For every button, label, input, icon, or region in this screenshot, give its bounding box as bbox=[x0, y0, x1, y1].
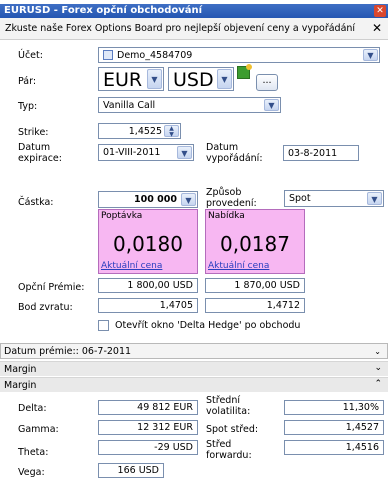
pair-quote-value: USD bbox=[173, 69, 214, 91]
chevron-down-icon[interactable]: ▼ bbox=[147, 69, 162, 89]
chevron-down-icon[interactable]: ⌄ bbox=[374, 363, 382, 373]
close-icon[interactable]: ✕ bbox=[374, 5, 386, 17]
breakeven-ask-value: 1,4712 bbox=[266, 300, 300, 311]
delta-label: Delta: bbox=[18, 403, 47, 414]
pair-label: Pár: bbox=[18, 76, 37, 87]
pair-quote-select[interactable]: USD ▼ bbox=[168, 67, 234, 91]
premium-date-text: Datum prémie:: 06-7-2011 bbox=[4, 346, 132, 357]
type-select[interactable]: Vanilla Call ▼ bbox=[98, 97, 281, 113]
spot-label: Spot střed: bbox=[206, 424, 259, 435]
margin-section-expanded[interactable]: Margin ⌃ bbox=[0, 377, 388, 392]
chevron-down-icon[interactable]: ▼ bbox=[177, 146, 192, 159]
breakeven-label: Bod zvratu: bbox=[18, 302, 73, 313]
premium-bid-value: 1 800,00 USD bbox=[127, 280, 193, 291]
chart-icon[interactable] bbox=[237, 64, 252, 79]
chevron-down-icon[interactable]: ▼ bbox=[264, 99, 279, 111]
vega-label: Vega: bbox=[18, 467, 45, 478]
spot-field: 1,4527 bbox=[284, 420, 384, 435]
ask-current-price-link[interactable]: Aktuální cena bbox=[208, 261, 269, 271]
type-label: Typ: bbox=[18, 101, 38, 112]
fwd-label: Střed forwardu: bbox=[206, 439, 252, 461]
pair-base-value: EUR bbox=[103, 69, 143, 91]
strike-label: Strike: bbox=[18, 127, 49, 138]
theta-field: -29 USD bbox=[98, 440, 198, 455]
bid-current-price-link[interactable]: Aktuální cena bbox=[101, 261, 162, 271]
bid-price: 0,0180 bbox=[113, 232, 183, 256]
spinner-icon[interactable]: ▲ ▼ bbox=[164, 125, 179, 138]
vol-field: 11,30% bbox=[284, 400, 384, 415]
margin-collapsed-title: Margin bbox=[4, 364, 37, 375]
pair-base-select[interactable]: EUR ▼ bbox=[98, 67, 164, 91]
vega-value: 166 USD bbox=[117, 465, 159, 476]
promo-text: Zkuste naše Forex Options Board pro nejl… bbox=[5, 23, 356, 34]
fwd-value: 1,4516 bbox=[345, 442, 379, 453]
exec-value: Spot bbox=[289, 193, 311, 204]
fwd-field: 1,4516 bbox=[284, 440, 384, 455]
vega-field: 166 USD bbox=[98, 463, 164, 478]
delta-value: 49 812 EUR bbox=[137, 402, 193, 413]
gamma-field: 12 312 EUR bbox=[98, 420, 198, 435]
exec-select[interactable]: Spot ▼ bbox=[284, 190, 384, 207]
window-title: EURUSD - Forex opční obchodování bbox=[4, 5, 203, 16]
chevron-down-icon[interactable]: ⌄ bbox=[374, 346, 381, 357]
theta-label: Theta: bbox=[18, 447, 49, 458]
settle-date-field: 03-8-2011 bbox=[283, 145, 359, 161]
expiry-label: Datum expirace: bbox=[18, 142, 62, 164]
settle-value: 03-8-2011 bbox=[288, 148, 338, 159]
more-button[interactable]: ... bbox=[256, 74, 278, 91]
margin-section-collapsed[interactable]: Margin ⌄ bbox=[0, 361, 388, 376]
promo-banner[interactable]: Zkuste naše Forex Options Board pro nejl… bbox=[0, 18, 388, 40]
bid-head: Poptávka bbox=[101, 211, 143, 221]
gamma-value: 12 312 EUR bbox=[137, 422, 193, 433]
account-label: Účet: bbox=[18, 50, 43, 61]
banner-close-icon[interactable]: ✕ bbox=[372, 21, 382, 35]
vol-label: Střední volatilita: bbox=[206, 395, 251, 417]
premium-label: Opční Prémie: bbox=[18, 282, 85, 293]
chevron-down-icon[interactable]: ▼ bbox=[217, 69, 232, 89]
delta-hedge-checkbox[interactable] bbox=[98, 320, 109, 331]
margin-expanded-title: Margin bbox=[4, 380, 37, 391]
type-value: Vanilla Call bbox=[103, 100, 156, 111]
exec-label: Způsob provedení: bbox=[206, 187, 257, 209]
premium-date-bar[interactable]: Datum prémie:: 06-7-2011 ⌄ bbox=[0, 343, 388, 359]
strike-stepper[interactable]: 1,4525 ▲ ▼ bbox=[98, 123, 181, 139]
ask-head: Nabídka bbox=[208, 211, 245, 221]
delta-field: 49 812 EUR bbox=[98, 400, 198, 415]
premium-ask-field: 1 870,00 USD bbox=[205, 278, 305, 293]
account-icon bbox=[103, 50, 113, 60]
vol-value: 11,30% bbox=[342, 402, 379, 413]
spot-value: 1,4527 bbox=[345, 422, 379, 433]
premium-bid-field: 1 800,00 USD bbox=[98, 278, 198, 293]
strike-value: 1,4525 bbox=[128, 126, 162, 137]
window-titlebar: EURUSD - Forex opční obchodování ✕ bbox=[0, 4, 388, 18]
gamma-label: Gamma: bbox=[18, 424, 59, 435]
amount-value: 100 000 bbox=[134, 194, 177, 205]
breakeven-ask-field: 1,4712 bbox=[205, 298, 305, 313]
account-select[interactable]: Demo_4584709 ▼ bbox=[98, 47, 380, 63]
expiry-date-picker[interactable]: 01-VIII-2011 ▼ bbox=[98, 144, 194, 161]
chart-icon-dot bbox=[246, 64, 252, 70]
breakeven-bid-field: 1,4705 bbox=[98, 298, 198, 313]
bid-quote-tile[interactable]: Poptávka 0,0180 Aktuální cena bbox=[98, 209, 198, 274]
chevron-down-icon[interactable]: ▼ bbox=[367, 192, 382, 205]
chevron-down-icon[interactable]: ▼ bbox=[363, 49, 378, 61]
amount-select[interactable]: 100 000 ▼ bbox=[98, 191, 198, 208]
ask-price: 0,0187 bbox=[220, 232, 290, 256]
theta-value: -29 USD bbox=[154, 442, 193, 453]
chevron-down-icon[interactable]: ▼ bbox=[181, 193, 196, 206]
settle-label: Datum vypořádání: bbox=[206, 142, 263, 164]
amount-label: Částka: bbox=[18, 197, 54, 208]
chevron-up-icon[interactable]: ⌃ bbox=[374, 379, 382, 389]
breakeven-bid-value: 1,4705 bbox=[159, 300, 193, 311]
expiry-value: 01-VIII-2011 bbox=[103, 147, 161, 158]
ask-quote-tile[interactable]: Nabídka 0,0187 Aktuální cena bbox=[205, 209, 305, 274]
account-value: Demo_4584709 bbox=[117, 50, 193, 61]
delta-hedge-label: Otevřít okno 'Delta Hedge' po obchodu bbox=[115, 320, 301, 331]
premium-ask-value: 1 870,00 USD bbox=[234, 280, 300, 291]
